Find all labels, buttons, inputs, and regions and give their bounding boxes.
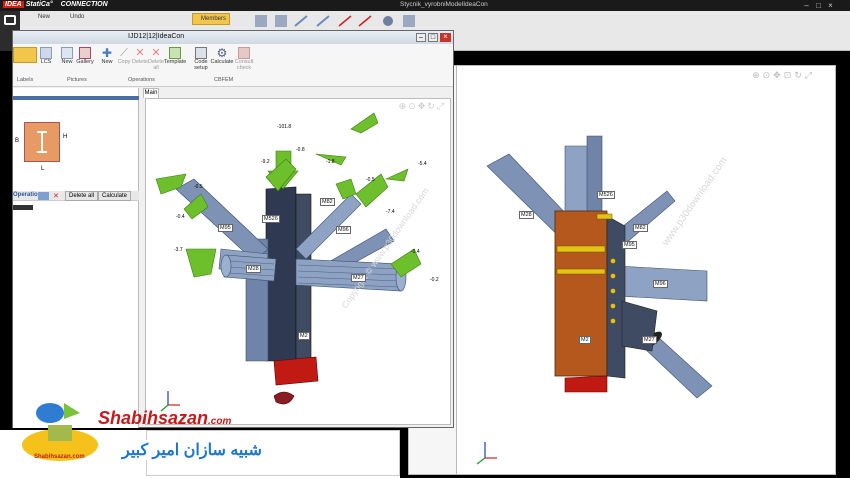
subwindow-3d-viewport[interactable]: ⊕⊙✥↻⤢ Copyright © www.p30download.com M2…	[145, 98, 451, 425]
load-value: -9.2	[261, 159, 270, 165]
group-labels-label: Labels	[17, 77, 34, 83]
new-picture-button[interactable]: New	[59, 47, 75, 65]
close-button[interactable]: ×	[826, 1, 835, 10]
minimize-button[interactable]: –	[802, 1, 811, 10]
ribbon-new-label[interactable]: New	[38, 14, 50, 20]
consult-check-button[interactable]: Consult check	[233, 47, 255, 71]
tab-main[interactable]: Main	[143, 88, 159, 98]
ribbon-undo-label[interactable]: Undo	[70, 14, 84, 20]
delete-operation-button[interactable]: ✕ Delete	[132, 47, 148, 65]
add-operation-icon[interactable]	[38, 192, 49, 200]
load-value: -7.4	[386, 209, 395, 215]
load-value: -3.7	[174, 247, 183, 253]
delete-all-operations-button[interactable]: ✕ Delete all	[148, 47, 164, 71]
load-value: -0.5	[366, 177, 375, 183]
dim-l-label: L	[41, 166, 45, 172]
operation-row[interactable]	[13, 205, 33, 210]
member-label[interactable]: M526	[597, 191, 615, 199]
brand-name-text: Shabihsazan.com	[98, 408, 232, 428]
member-label[interactable]: M526	[262, 215, 280, 223]
dim-b-label: B	[15, 138, 20, 144]
dim-h-label: H	[63, 134, 68, 140]
subwindow-minimize-button[interactable]: –	[416, 33, 426, 42]
remove-operation-icon[interactable]: ✕	[53, 192, 59, 200]
calculate-button[interactable]: ⚙ Calculate	[210, 47, 234, 65]
connection-subwindow: IJD12|12|IdeaCon – □ × LCS New Gallery ✚…	[12, 30, 454, 428]
brand-persian-text: شبیه سازان امیر کبیر	[118, 440, 266, 460]
member-label[interactable]: M82	[320, 198, 335, 206]
main-3d-viewport[interactable]: ⊕⊙✥⊡↻⤢ www.p30download.com M526 M28 M82 …	[456, 65, 836, 475]
member-label[interactable]: M2	[298, 332, 310, 340]
operations-toolbar: Operations ✕ Delete all Calculate	[13, 191, 139, 201]
member-label[interactable]: M2	[579, 336, 591, 344]
subwindow-title: IJD12|12|IdeaCon	[128, 33, 185, 40]
ribbon-members-button[interactable]: Members	[192, 13, 230, 25]
main-title-bar: IDEA StatiCa° CONNECTION Stycnik_vyrobniM…	[0, 0, 850, 11]
load-value: -101.8	[277, 124, 292, 130]
lcs-button[interactable]: LCS	[39, 47, 53, 65]
app-logo: IDEA StatiCa° CONNECTION	[3, 1, 108, 8]
labels-members-button[interactable]	[13, 47, 37, 63]
member-label[interactable]: M27	[351, 274, 366, 282]
group-cbfem-label: CBFEM	[214, 77, 234, 83]
group-operations-label: Operations	[128, 77, 155, 83]
member-label[interactable]: M27	[642, 336, 657, 344]
load-value: -1.8	[326, 159, 335, 165]
member-label[interactable]: M96	[336, 226, 351, 234]
maximize-button[interactable]: □	[814, 1, 823, 10]
gallery-button[interactable]: Gallery	[75, 47, 95, 65]
subwindow-title-bar[interactable]: IJD12|12|IdeaCon – □ ×	[13, 31, 453, 44]
load-value: -0.8	[296, 147, 305, 153]
load-value: -5.4	[418, 161, 427, 167]
member-label[interactable]: M95	[622, 241, 637, 249]
new-operation-button[interactable]: ✚ New	[99, 47, 115, 65]
left-properties-panel: B H L Operations ✕ Delete all Calculate	[13, 88, 139, 428]
left-calculate-button[interactable]: Calculate	[98, 191, 132, 201]
load-value: -0.4	[176, 214, 185, 220]
load-value: -0.5	[194, 184, 203, 190]
logo-caption: Shabihsazan.com	[34, 454, 85, 460]
delete-all-button[interactable]: Delete all	[65, 191, 99, 201]
template-button[interactable]: Template	[164, 47, 186, 65]
member-label[interactable]: M96	[653, 280, 668, 288]
member-label[interactable]: M95	[218, 224, 233, 232]
subwindow-ribbon: LCS New Gallery ✚ New ⟋ Copy ✕ Delete ✕ …	[13, 44, 453, 87]
code-setup-button[interactable]: Code setup	[191, 47, 211, 71]
copy-operation-button[interactable]: ⟋ Copy	[116, 47, 132, 65]
load-value: -0.2	[430, 277, 439, 283]
window-title: Stycnik_vyrobniModelIdeaCon	[400, 1, 488, 8]
cross-section-preview	[24, 122, 60, 162]
subwindow-close-button[interactable]: ×	[440, 33, 451, 42]
group-pictures-label: Pictures	[67, 77, 87, 83]
subwindow-maximize-button[interactable]: □	[428, 33, 438, 42]
member-label[interactable]: M28	[246, 265, 261, 273]
member-label[interactable]: M28	[519, 211, 534, 219]
main-connection-model: www.p30download.com	[476, 135, 730, 465]
member-label[interactable]: M82	[633, 224, 648, 232]
load-value: -0.4	[411, 249, 420, 255]
